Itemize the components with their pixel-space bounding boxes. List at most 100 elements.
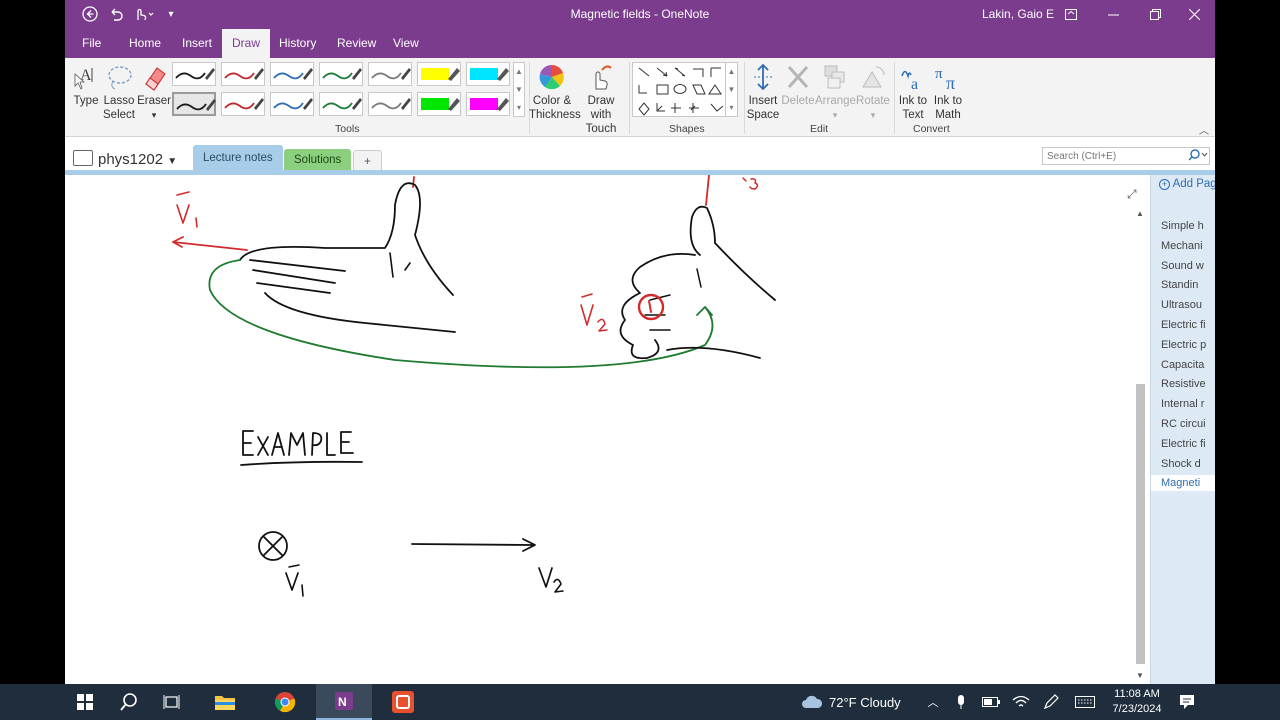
ink-to-text-button[interactable]: a Ink to Text <box>896 62 930 122</box>
vertical-scrollbar[interactable]: ▲ ▼ <box>1133 209 1149 684</box>
search-icon[interactable] <box>118 684 140 720</box>
pen-swatch[interactable] <box>270 92 314 116</box>
ink-to-math-label-1: Ink to <box>933 95 963 107</box>
delete-button[interactable]: Delete <box>780 62 816 108</box>
pen-icon <box>175 68 215 80</box>
type-button[interactable]: A Type <box>70 62 102 108</box>
tab-draw[interactable]: Draw <box>222 29 271 58</box>
wifi-icon[interactable] <box>1012 684 1030 720</box>
ribbon-tab-bar: File Home Insert Draw History Review Vie… <box>65 29 1215 58</box>
clock[interactable]: 11:08 AM 7/23/2024 <box>1104 687 1170 717</box>
svg-text:N: N <box>338 695 347 709</box>
tab-view[interactable]: View <box>383 29 429 58</box>
ink-v2b-arrow <box>411 538 536 552</box>
page-list-item[interactable]: Internal r <box>1161 398 1204 410</box>
page-list-item[interactable]: Magneti <box>1151 475 1215 492</box>
chrome-icon[interactable] <box>273 684 297 720</box>
pen-swatch[interactable] <box>221 62 265 86</box>
arrow-shape-icon <box>656 67 668 77</box>
battery-icon[interactable] <box>982 684 1000 720</box>
recorder-app-icon[interactable] <box>390 684 416 720</box>
pen-swatch[interactable] <box>270 62 314 86</box>
page-list-item[interactable]: Simple h <box>1161 220 1204 232</box>
page-list-item[interactable]: Electric p <box>1161 339 1206 351</box>
page-list-item[interactable]: Sound w <box>1161 260 1204 272</box>
onenote-taskbar-icon[interactable]: N <box>316 684 372 720</box>
close-button[interactable] <box>1173 0 1215 29</box>
shapes-gallery[interactable] <box>632 62 738 117</box>
rotate-button[interactable]: Rotate ▾ <box>855 62 891 122</box>
user-name[interactable]: Lakin, Gaio E <box>982 7 1054 21</box>
collapse-ribbon-icon[interactable]: ︿ <box>1199 122 1209 137</box>
section-tab-lecture-notes[interactable]: Lecture notes <box>193 145 283 172</box>
page-list-item[interactable]: Ultrasou <box>1161 299 1202 311</box>
microphone-icon[interactable] <box>954 684 968 720</box>
tab-history[interactable]: History <box>269 29 326 58</box>
ink-left-hand-outline <box>239 182 454 296</box>
pen-icon <box>176 99 216 111</box>
pen-swatch[interactable] <box>368 92 412 116</box>
pen-swatch[interactable] <box>319 62 363 86</box>
axes3-shape-icon <box>710 103 724 112</box>
search-input[interactable]: Search (Ctrl+E) <box>1042 147 1210 165</box>
pen-swatch[interactable] <box>319 92 363 116</box>
search-icon[interactable] <box>1187 148 1209 167</box>
shapes-gallery-scroll[interactable]: ▲ ▼ ▾ <box>725 62 738 117</box>
restore-button[interactable] <box>1134 0 1176 29</box>
lasso-select-button[interactable]: Lasso Select <box>102 62 136 122</box>
keyboard-icon[interactable] <box>1074 684 1096 720</box>
ink-v1-subscript <box>195 217 198 228</box>
windows-start-icon[interactable] <box>76 684 94 720</box>
pen-workspace-icon[interactable] <box>1042 684 1060 720</box>
task-view-icon[interactable] <box>162 684 182 720</box>
page-list-item[interactable]: Resistive <box>1161 378 1206 390</box>
tab-insert[interactable]: Insert <box>172 29 222 58</box>
ink-red-mark <box>705 174 710 206</box>
pen-swatch[interactable] <box>417 62 461 86</box>
pen-swatch[interactable] <box>417 92 461 116</box>
arrange-button[interactable]: Arrange ▾ <box>815 62 856 122</box>
show-hidden-icons-icon[interactable]: ︿ <box>926 684 940 720</box>
pen-swatch[interactable] <box>221 92 265 116</box>
page-canvas[interactable]: ⤢ <box>65 174 1137 684</box>
page-list-item[interactable]: Electric fi <box>1161 319 1206 331</box>
pen-swatch[interactable] <box>172 92 216 116</box>
notifications-icon[interactable] <box>1178 684 1196 720</box>
page-list-item[interactable]: Standin <box>1161 279 1198 291</box>
pen-swatch[interactable] <box>466 62 510 86</box>
pen-swatch[interactable] <box>368 62 412 86</box>
add-page-button[interactable]: + Add Page <box>1159 178 1215 190</box>
expand-icon[interactable]: ⤢ <box>1127 187 1137 202</box>
scrollbar-thumb[interactable] <box>1136 384 1145 664</box>
add-section-button[interactable]: + <box>353 150 382 172</box>
draw-with-touch-button[interactable]: Draw with Touch <box>576 62 626 136</box>
page-list-item[interactable]: Shock d <box>1161 458 1201 470</box>
scroll-up-icon[interactable]: ▲ <box>1136 209 1144 218</box>
section-tab-solutions[interactable]: Solutions <box>284 149 352 172</box>
ribbon-display-icon[interactable] <box>1050 0 1092 29</box>
page-list-item[interactable]: Capacita <box>1161 359 1204 371</box>
eraser-button[interactable]: Eraser ▾ <box>137 62 171 122</box>
pen-gallery-scroll[interactable]: ▲ ▼ ▾ <box>513 62 525 117</box>
minimize-button[interactable] <box>1092 0 1134 29</box>
notebook-name[interactable]: phys1202 ▼ <box>98 151 177 168</box>
title-bar: ▾ Magnetic fields - OneNote Lakin, Gaio … <box>65 0 1215 29</box>
pen-swatch[interactable] <box>172 62 216 86</box>
tab-file[interactable]: File <box>72 29 111 58</box>
file-explorer-icon[interactable] <box>213 684 237 720</box>
page-list-item[interactable]: Electric fi <box>1161 438 1206 450</box>
page-list-item[interactable]: RC circui <box>1161 418 1206 430</box>
tab-review[interactable]: Review <box>327 29 386 58</box>
tab-home[interactable]: Home <box>119 29 171 58</box>
color-thickness-button[interactable]: Color & Thickness <box>529 62 581 122</box>
eraser-dropdown-icon[interactable]: ▾ <box>152 110 157 120</box>
weather-text[interactable]: 72°F Cloudy <box>829 684 901 720</box>
ink-to-math-button[interactable]: ππ Ink to Math <box>931 62 965 122</box>
chevron-down-icon: ▼ <box>167 156 178 167</box>
notebook-icon[interactable] <box>73 150 93 166</box>
svg-text:a: a <box>911 76 918 92</box>
insert-space-button[interactable]: Insert Space <box>744 62 782 122</box>
pen-swatch[interactable] <box>466 92 510 116</box>
scroll-down-icon[interactable]: ▼ <box>1136 671 1144 680</box>
page-list-item[interactable]: Mechani <box>1161 240 1203 252</box>
